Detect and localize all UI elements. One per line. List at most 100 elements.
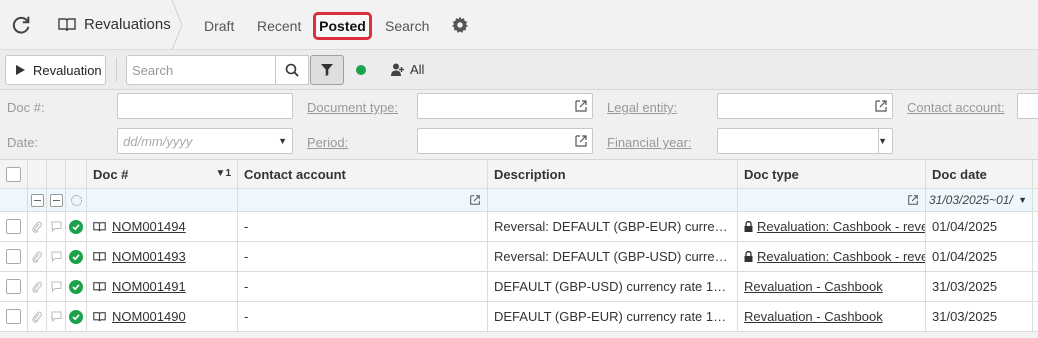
doc-type-header[interactable]: Doc type bbox=[738, 160, 926, 188]
doc-type-column-filter[interactable] bbox=[738, 189, 926, 211]
row-select-cell[interactable] bbox=[0, 212, 28, 241]
row-filler bbox=[1033, 272, 1038, 301]
comment-icon[interactable] bbox=[51, 251, 62, 262]
row-select-cell[interactable] bbox=[0, 242, 28, 271]
tab-search[interactable]: Search bbox=[385, 18, 429, 34]
period-filter-label[interactable]: Period: bbox=[307, 135, 348, 150]
chevron-down-icon[interactable]: ▼ bbox=[278, 136, 287, 146]
paperclip-icon[interactable] bbox=[32, 311, 42, 323]
financial-year-filter-label[interactable]: Financial year: bbox=[607, 135, 692, 150]
legal-entity-filter-label[interactable]: Legal entity: bbox=[607, 100, 677, 115]
doc-type-link[interactable]: Revaluation - Cashbook bbox=[744, 279, 883, 294]
doc-type-link[interactable]: Revaluation: Cashbook - reversal bbox=[757, 249, 925, 264]
tab-draft[interactable]: Draft bbox=[204, 18, 234, 34]
table-row[interactable]: NOM001491 - DEFAULT (GBP-USD) currency r… bbox=[0, 272, 1038, 302]
doc-type-cell[interactable]: Revaluation - Cashbook bbox=[738, 272, 926, 301]
comment-icon[interactable] bbox=[51, 311, 62, 322]
status-filter-icon[interactable] bbox=[70, 194, 82, 206]
attachment-cell[interactable] bbox=[28, 212, 47, 241]
doc-no-link[interactable]: NOM001491 bbox=[112, 279, 186, 294]
popup-open-icon[interactable] bbox=[574, 134, 588, 148]
doc-no-cell[interactable]: NOM001493 bbox=[87, 242, 238, 271]
doc-no-filter-input[interactable] bbox=[117, 93, 293, 119]
revaluation-button[interactable]: Revaluation bbox=[5, 55, 106, 85]
document-type-filter-input[interactable] bbox=[417, 93, 593, 119]
refresh-icon[interactable] bbox=[10, 14, 32, 36]
indeterminate-checkbox[interactable] bbox=[30, 193, 44, 207]
attachment-cell[interactable] bbox=[28, 242, 47, 271]
table-row[interactable]: NOM001494 - Reversal: DEFAULT (GBP-EUR) … bbox=[0, 212, 1038, 242]
contact-account-column-filter[interactable] bbox=[238, 189, 488, 211]
row-checkbox[interactable] bbox=[6, 219, 21, 234]
doc-type-link[interactable]: Revaluation: Cashbook - reversal bbox=[757, 219, 925, 234]
doc-no-header[interactable]: Doc # ▼1 bbox=[87, 160, 238, 188]
date-filter-label: Date: bbox=[7, 135, 39, 150]
indeterminate-checkbox[interactable] bbox=[49, 193, 63, 207]
gear-icon[interactable] bbox=[451, 16, 469, 34]
comment-icon[interactable] bbox=[51, 221, 62, 232]
doc-no-cell[interactable]: NOM001490 bbox=[87, 302, 238, 331]
attachment-cell[interactable] bbox=[28, 302, 47, 331]
tab-recent[interactable]: Recent bbox=[257, 18, 301, 34]
doc-type-cell[interactable]: Revaluation: Cashbook - reversal bbox=[738, 212, 926, 241]
contact-account-filter-label[interactable]: Contact account: bbox=[907, 100, 1005, 115]
search-button[interactable] bbox=[276, 55, 309, 85]
description-column-filter[interactable] bbox=[488, 189, 738, 211]
financial-year-filter-select[interactable]: ▼ bbox=[717, 128, 893, 154]
table-row[interactable]: NOM001490 - DEFAULT (GBP-EUR) currency r… bbox=[0, 302, 1038, 332]
attachments-filter[interactable] bbox=[28, 189, 47, 211]
row-select-cell[interactable] bbox=[0, 302, 28, 331]
attachments-header bbox=[28, 160, 47, 188]
doc-date-column-filter[interactable]: 31/03/2025~01/ ▼ bbox=[926, 189, 1033, 211]
doc-type-link[interactable]: Revaluation - Cashbook bbox=[744, 309, 883, 324]
filter-toggle-button[interactable] bbox=[310, 55, 344, 85]
paperclip-icon[interactable] bbox=[32, 251, 42, 263]
comment-icon[interactable] bbox=[51, 281, 62, 292]
select-all-checkbox[interactable] bbox=[6, 166, 21, 182]
doc-type-cell[interactable]: Revaluation - Cashbook bbox=[738, 302, 926, 331]
select-all-cell[interactable] bbox=[0, 160, 28, 188]
contact-account-filter-input[interactable] bbox=[1017, 93, 1038, 119]
popup-open-icon[interactable] bbox=[907, 194, 919, 206]
date-filter-input[interactable]: dd/mm/yyyy ▼ bbox=[117, 128, 293, 154]
attachment-cell[interactable] bbox=[28, 272, 47, 301]
doc-no-link[interactable]: NOM001494 bbox=[112, 219, 186, 234]
all-users-button[interactable]: All bbox=[391, 62, 424, 77]
contact-cell: - bbox=[238, 272, 488, 301]
row-checkbox[interactable] bbox=[6, 279, 21, 294]
comments-filter[interactable] bbox=[47, 189, 66, 211]
document-type-filter-label[interactable]: Document type: bbox=[307, 100, 398, 115]
doc-type-cell[interactable]: Revaluation: Cashbook - reversal bbox=[738, 242, 926, 271]
doc-no-cell[interactable]: NOM001491 bbox=[87, 272, 238, 301]
chevron-down-icon[interactable]: ▼ bbox=[878, 136, 887, 146]
book-icon bbox=[93, 251, 106, 261]
popup-open-icon[interactable] bbox=[574, 99, 588, 113]
comment-cell[interactable] bbox=[47, 272, 66, 301]
doc-no-cell[interactable]: NOM001494 bbox=[87, 212, 238, 241]
row-select-cell[interactable] bbox=[0, 272, 28, 301]
paperclip-icon[interactable] bbox=[32, 221, 42, 233]
popup-open-icon[interactable] bbox=[874, 99, 888, 113]
paperclip-icon[interactable] bbox=[32, 281, 42, 293]
comment-cell[interactable] bbox=[47, 302, 66, 331]
doc-no-column-filter[interactable] bbox=[87, 189, 238, 211]
period-filter-input[interactable] bbox=[417, 128, 593, 154]
popup-open-icon[interactable] bbox=[469, 194, 481, 206]
toolbar: Revaluation All bbox=[0, 50, 1038, 90]
comment-cell[interactable] bbox=[47, 212, 66, 241]
row-checkbox[interactable] bbox=[6, 249, 21, 264]
row-checkbox[interactable] bbox=[6, 309, 21, 324]
doc-no-link[interactable]: NOM001490 bbox=[112, 309, 186, 324]
tab-posted[interactable]: Posted bbox=[313, 12, 372, 40]
doc-no-link[interactable]: NOM001493 bbox=[112, 249, 186, 264]
status-filter[interactable] bbox=[66, 189, 87, 211]
description-header[interactable]: Description bbox=[488, 160, 738, 188]
module-title[interactable]: Revaluations bbox=[58, 16, 171, 33]
legal-entity-filter-input[interactable] bbox=[717, 93, 893, 119]
contact-account-header[interactable]: Contact account bbox=[238, 160, 488, 188]
comment-cell[interactable] bbox=[47, 242, 66, 271]
chevron-down-icon[interactable]: ▼ bbox=[1018, 195, 1027, 205]
doc-date-header[interactable]: Doc date bbox=[926, 160, 1033, 188]
search-input[interactable] bbox=[126, 55, 276, 85]
table-row[interactable]: NOM001493 - Reversal: DEFAULT (GBP-USD) … bbox=[0, 242, 1038, 272]
